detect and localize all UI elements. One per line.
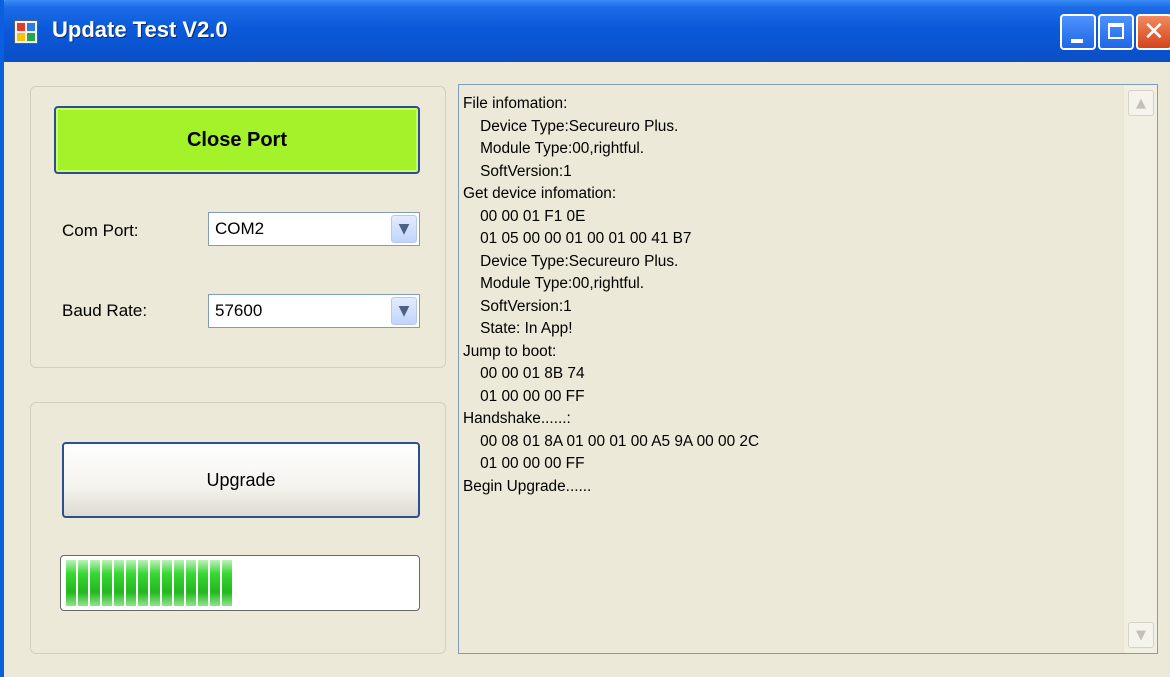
progress-chunk: [102, 560, 112, 606]
progress-chunk: [78, 560, 88, 606]
baud-rate-label: Baud Rate:: [62, 301, 148, 320]
minimize-icon: [1071, 39, 1083, 43]
com-port-select[interactable]: COM2 ▼: [208, 212, 420, 246]
maximize-icon: [1108, 23, 1124, 39]
log-line: Module Type:00,rightful.: [463, 140, 645, 157]
log-line: Handshake......:: [463, 410, 571, 427]
log-line: 00 00 01 F1 0E: [463, 207, 586, 225]
progress-chunk: [198, 560, 208, 606]
log-line: SoftVersion:1: [463, 162, 572, 180]
scroll-down-icon[interactable]: ▼: [1128, 622, 1154, 648]
log-line: SoftVersion:1: [463, 297, 572, 315]
close-icon: ✕: [1143, 17, 1165, 47]
close-port-button[interactable]: Close Port: [54, 106, 420, 174]
log-line: Begin Upgrade......: [463, 477, 592, 495]
progress-fill: [66, 560, 414, 606]
log-text: File infomation: Device Type:Secureuro P…: [463, 93, 1123, 498]
progress-chunk: [90, 560, 100, 606]
progress-chunk: [222, 560, 232, 606]
maximize-button[interactable]: [1098, 14, 1134, 50]
baud-rate-value: 57600: [215, 301, 263, 320]
com-port-label: Com Port:: [62, 221, 139, 240]
baud-rate-select[interactable]: 57600 ▼: [208, 294, 420, 328]
progress-chunk: [138, 560, 148, 606]
progress-chunk: [114, 560, 124, 606]
log-line: Jump to boot:: [463, 342, 557, 360]
progress-chunk: [66, 560, 76, 606]
upgrade-group: [30, 402, 446, 654]
progress-chunk: [150, 560, 160, 606]
app-window: Update Test V2.0 ✕ Close Port Com Port: …: [0, 0, 1170, 677]
progress-chunk: [186, 560, 196, 606]
log-line: 01 00 00 00 FF: [463, 387, 585, 405]
progress-chunk: [174, 560, 184, 606]
log-line: Device Type:Secureuro Plus.: [463, 252, 679, 270]
log-textbox[interactable]: File infomation: Device Type:Secureuro P…: [458, 84, 1158, 654]
chevron-down-icon[interactable]: ▼: [391, 297, 417, 325]
log-line: 01 05 00 00 01 00 01 00 41 B7: [463, 230, 692, 247]
log-line: File infomation:: [463, 95, 568, 112]
log-line: 00 00 01 8B 74: [463, 365, 585, 382]
log-line: 00 08 01 8A 01 00 01 00 A5 9A 00 00 2C: [463, 432, 760, 450]
title-bar[interactable]: Update Test V2.0 ✕: [4, 0, 1170, 62]
com-port-value: COM2: [215, 219, 265, 238]
scroll-up-icon[interactable]: ▲: [1128, 90, 1154, 116]
log-line: Module Type:00,rightful.: [463, 275, 645, 292]
chevron-down-icon[interactable]: ▼: [391, 215, 417, 243]
minimize-button[interactable]: [1060, 14, 1096, 50]
log-line: Device Type:Secureuro Plus.: [463, 117, 679, 135]
window-title: Update Test V2.0: [52, 17, 228, 42]
log-scrollbar[interactable]: ▲ ▼: [1123, 85, 1157, 653]
upgrade-button[interactable]: Upgrade: [62, 442, 420, 518]
progress-chunk: [210, 560, 220, 606]
progress-chunk: [126, 560, 136, 606]
progress-chunk: [162, 560, 172, 606]
app-icon: [14, 20, 38, 44]
log-line: 01 00 00 00 FF: [463, 455, 585, 472]
log-line: Get device infomation:: [463, 185, 617, 202]
close-window-button[interactable]: ✕: [1136, 14, 1170, 50]
upgrade-progress-bar: [60, 555, 420, 611]
log-line: State: In App!: [463, 320, 573, 337]
